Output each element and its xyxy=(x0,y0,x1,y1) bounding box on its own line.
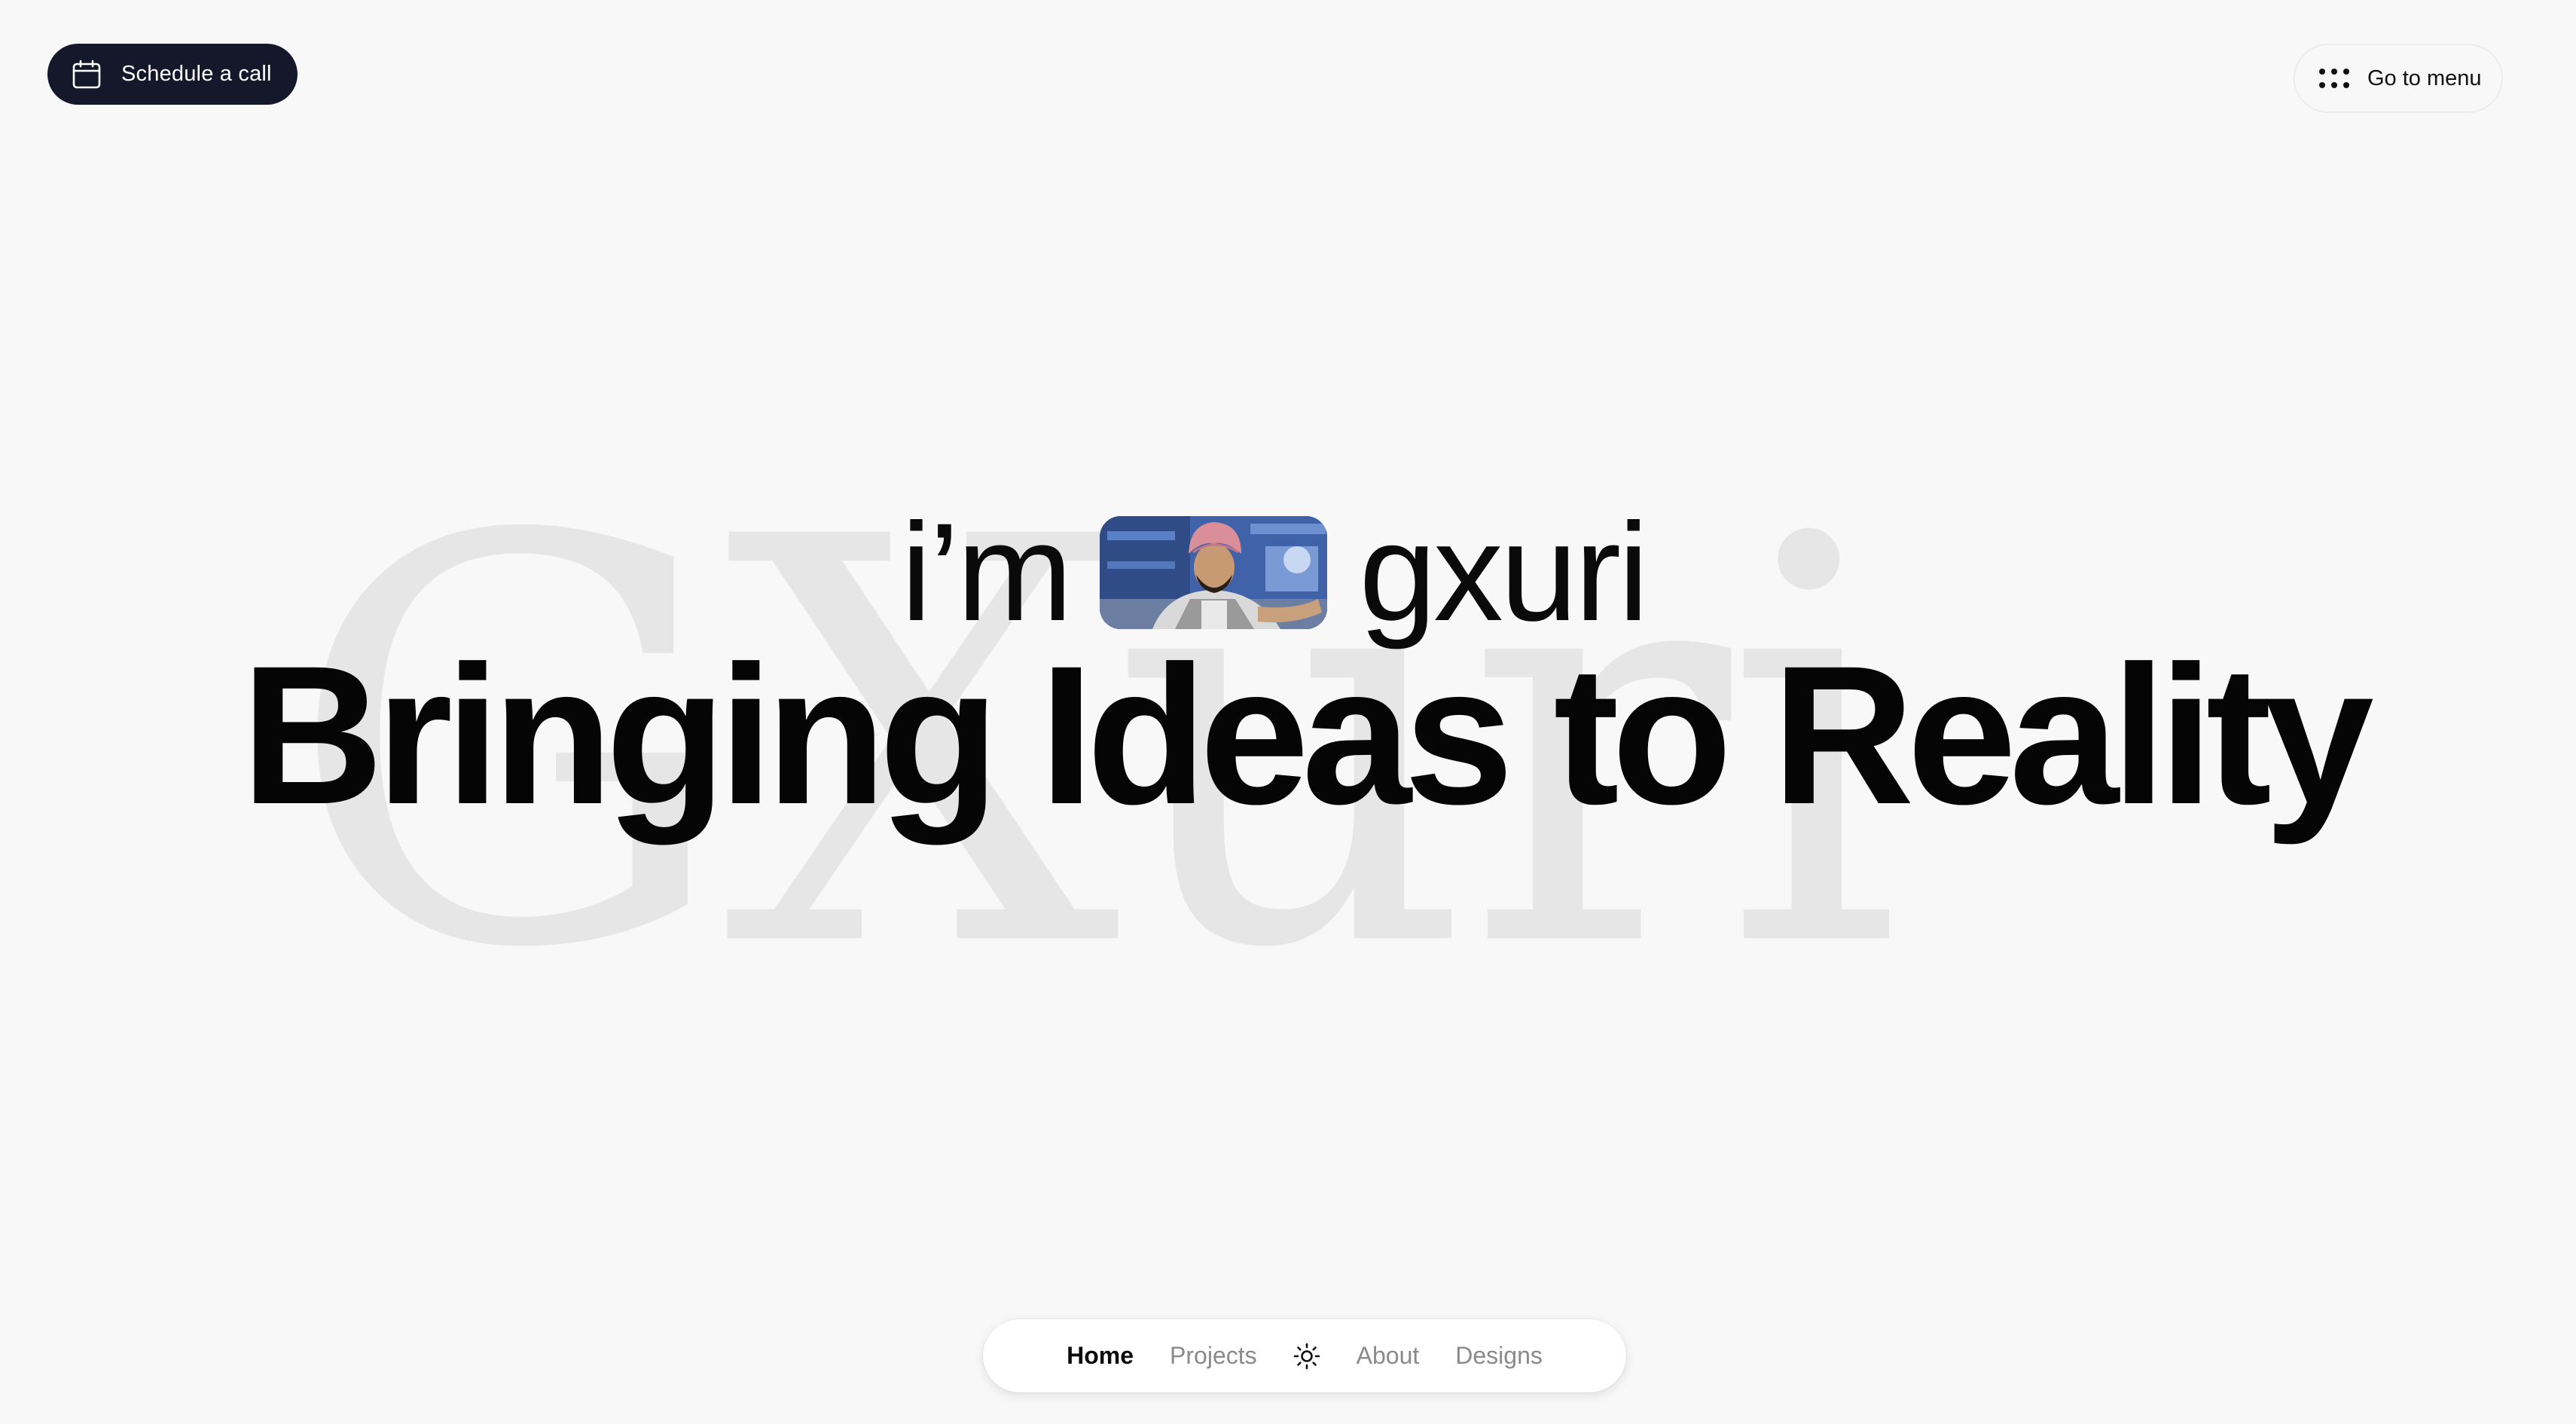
nav-item-about[interactable]: About xyxy=(1338,1342,1438,1370)
go-to-menu-button[interactable]: Go to menu xyxy=(2294,44,2503,113)
nav-item-home[interactable]: Home xyxy=(1048,1342,1152,1370)
profile-photo xyxy=(1100,516,1328,629)
intro-name: gxuri xyxy=(1359,494,1649,650)
bottom-nav: Home Projects About Designs xyxy=(983,1319,1626,1392)
hero-headline: Bringing Ideas to Reality xyxy=(241,625,2374,845)
calendar-icon xyxy=(70,58,103,91)
sun-icon[interactable] xyxy=(1292,1341,1322,1371)
schedule-call-label: Schedule a call xyxy=(121,62,272,86)
nav-item-designs[interactable]: Designs xyxy=(1437,1342,1561,1370)
schedule-call-button[interactable]: Schedule a call xyxy=(47,44,298,105)
go-to-menu-label: Go to menu xyxy=(2367,66,2482,90)
nav-item-projects[interactable]: Projects xyxy=(1152,1342,1275,1370)
dots-grid-icon xyxy=(2318,62,2351,95)
intro-prefix: i’m xyxy=(901,494,1073,650)
